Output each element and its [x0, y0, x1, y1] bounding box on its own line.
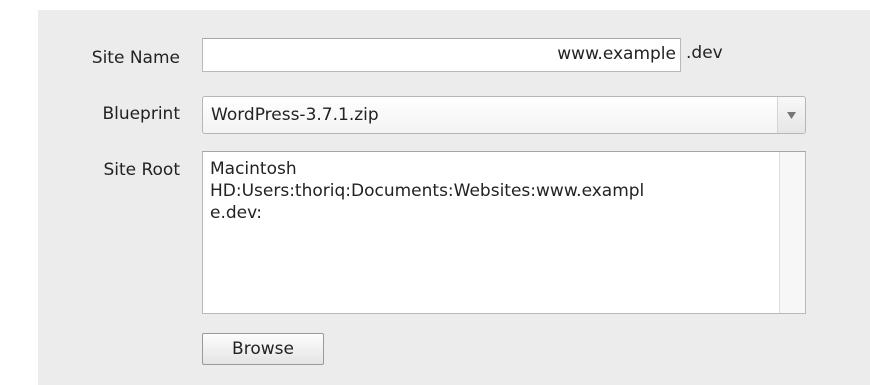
site-root-label: Site Root — [103, 160, 180, 180]
site-name-label: Site Name — [91, 48, 180, 68]
site-root-textarea[interactable]: Macintosh HD:Users:thoriq:Documents:Webs… — [202, 151, 806, 314]
domain-suffix: .dev — [686, 43, 723, 63]
blueprint-selected-value: WordPress-3.7.1.zip — [211, 105, 379, 125]
site-name-input[interactable] — [202, 38, 681, 72]
blueprint-label: Blueprint — [102, 104, 180, 124]
dropdown-arrow-icon[interactable] — [777, 97, 805, 133]
blueprint-select[interactable]: WordPress-3.7.1.zip — [202, 96, 806, 134]
vertical-scrollbar[interactable] — [779, 152, 805, 313]
chevron-down-icon — [787, 112, 796, 119]
browse-button[interactable]: Browse — [202, 333, 324, 365]
site-root-value[interactable]: Macintosh HD:Users:thoriq:Documents:Webs… — [210, 158, 780, 224]
